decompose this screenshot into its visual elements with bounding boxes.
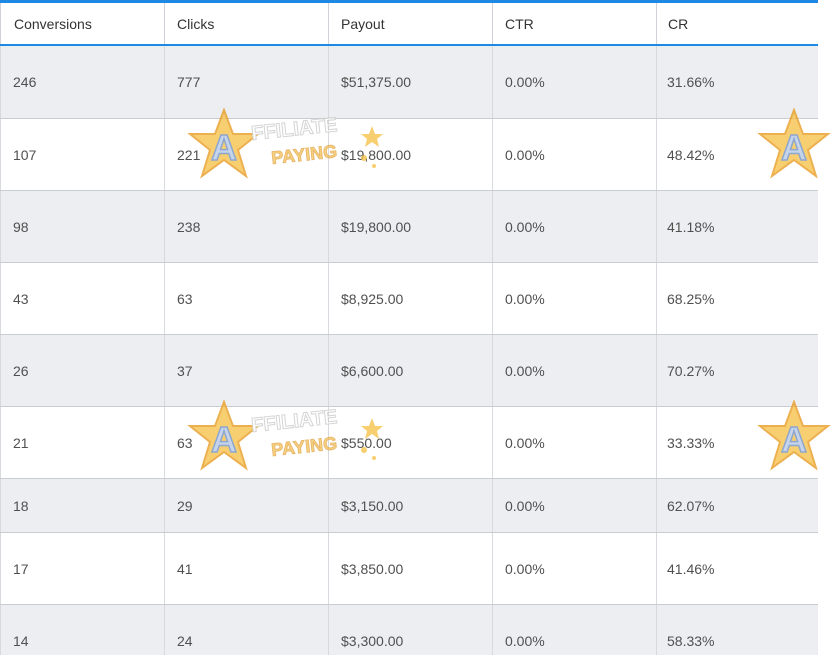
cell-payout: $19,800.00 [328,119,492,190]
cell-ctr: 0.00% [492,605,656,655]
column-header-conversions[interactable]: Conversions [0,3,164,44]
cell-clicks: 221 [164,119,328,190]
cell-cr: 33.33% [656,407,816,478]
cell-ctr: 0.00% [492,119,656,190]
table-row: 26 37 $6,600.00 0.00% 70.27% [0,335,818,407]
cell-cr: 70.27% [656,335,816,406]
cell-payout: $51,375.00 [328,46,492,118]
stats-table: Conversions Clicks Payout CTR CR 246 777… [0,0,818,655]
cell-ctr: 0.00% [492,479,656,532]
cell-clicks: 63 [164,263,328,334]
cell-ctr: 0.00% [492,263,656,334]
cell-conversions: 14 [0,605,164,655]
cell-ctr: 0.00% [492,407,656,478]
table-row: 18 29 $3,150.00 0.00% 62.07% [0,479,818,533]
column-header-clicks[interactable]: Clicks [164,3,328,44]
cell-ctr: 0.00% [492,46,656,118]
cell-cr: 48.42% [656,119,816,190]
table-row: 21 63 $550.00 0.00% 33.33% [0,407,818,479]
cell-clicks: 37 [164,335,328,406]
cell-clicks: 777 [164,46,328,118]
table-row: 43 63 $8,925.00 0.00% 68.25% [0,263,818,335]
cell-clicks: 24 [164,605,328,655]
cell-conversions: 17 [0,533,164,604]
cell-payout: $8,925.00 [328,263,492,334]
column-header-ctr[interactable]: CTR [492,3,656,44]
table-row: 246 777 $51,375.00 0.00% 31.66% [0,46,818,119]
table-row: 107 221 $19,800.00 0.00% 48.42% [0,119,818,191]
table-row: 14 24 $3,300.00 0.00% 58.33% [0,605,818,655]
cell-conversions: 246 [0,46,164,118]
table-header: Conversions Clicks Payout CTR CR [0,3,818,46]
cell-payout: $3,150.00 [328,479,492,532]
cell-conversions: 26 [0,335,164,406]
table-row: 98 238 $19,800.00 0.00% 41.18% [0,191,818,263]
cell-payout: $550.00 [328,407,492,478]
column-header-payout[interactable]: Payout [328,3,492,44]
cell-ctr: 0.00% [492,335,656,406]
cell-cr: 68.25% [656,263,816,334]
cell-clicks: 238 [164,191,328,262]
table-row: 17 41 $3,850.00 0.00% 41.46% [0,533,818,605]
cell-cr: 58.33% [656,605,816,655]
cell-conversions: 107 [0,119,164,190]
cell-conversions: 18 [0,479,164,532]
cell-cr: 41.18% [656,191,816,262]
cell-clicks: 63 [164,407,328,478]
cell-clicks: 29 [164,479,328,532]
cell-payout: $3,850.00 [328,533,492,604]
cell-clicks: 41 [164,533,328,604]
cell-ctr: 0.00% [492,191,656,262]
cell-payout: $3,300.00 [328,605,492,655]
cell-payout: $6,600.00 [328,335,492,406]
cell-payout: $19,800.00 [328,191,492,262]
cell-cr: 31.66% [656,46,816,118]
cell-ctr: 0.00% [492,533,656,604]
report-stage: Conversions Clicks Payout CTR CR 246 777… [0,0,835,655]
cell-conversions: 21 [0,407,164,478]
cell-cr: 41.46% [656,533,816,604]
column-header-cr[interactable]: CR [656,3,816,44]
cell-conversions: 43 [0,263,164,334]
cell-conversions: 98 [0,191,164,262]
cell-cr: 62.07% [656,479,816,532]
